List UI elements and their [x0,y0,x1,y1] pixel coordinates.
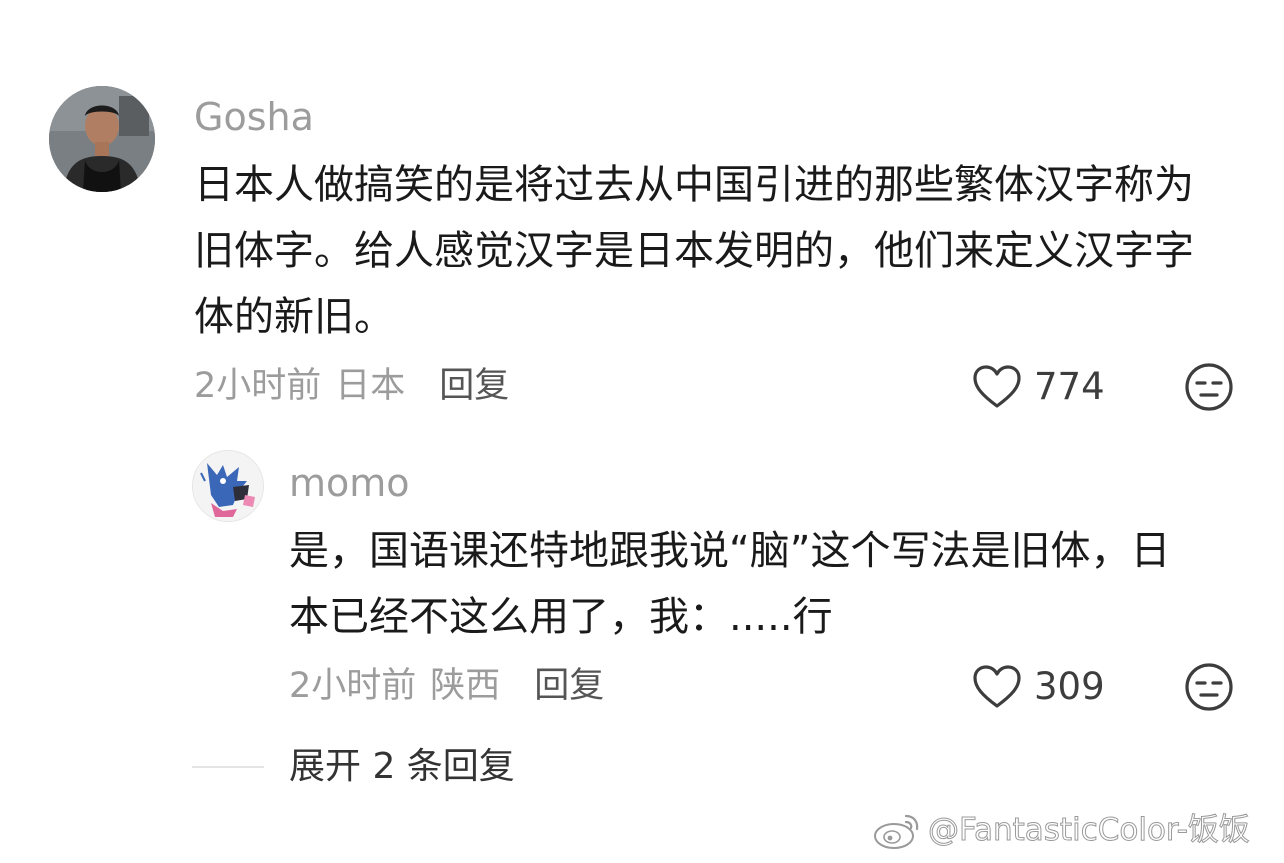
like-button[interactable]: 309 [972,664,1105,710]
watermark-text: @FantasticColor-饭饭 [928,812,1251,849]
reply-button[interactable]: 回复 [534,664,604,708]
comment-text-line: 旧体字。给人感觉汉字是日本发明的，他们来定义汉字字 [194,228,1194,274]
like-count: 774 [1034,365,1105,408]
dislike-button[interactable] [1184,662,1234,712]
comment-text-line: 体的新旧。 [194,294,394,340]
unamused-face-icon [1185,663,1233,711]
dislike-button[interactable] [1184,362,1234,412]
like-count: 309 [1034,665,1105,708]
unamused-face-icon [1185,363,1233,411]
comment-meta: 2小时前 日本 回复 [194,364,509,408]
reply-username[interactable]: momo [289,461,410,505]
comment-thread: Gosha 日本人做搞笑的是将过去从中国引进的那些繁体汉字称为 旧体字。给人感觉… [0,0,1284,863]
avatar[interactable] [49,86,155,192]
heart-outline-icon [973,365,1021,408]
reply-time: 2小时前 [289,666,417,706]
weibo-logo-icon [874,814,919,849]
expand-replies-button[interactable]: 展开 2 条回复 [289,745,515,789]
reply-button[interactable]: 回复 [439,364,509,408]
avatar[interactable] [192,450,264,522]
comment-location: 日本 [335,366,406,406]
reply-text: 是，国语课还特地跟我说“脑”这个写法是旧体，日 本已经不这么用了，我：.....… [289,518,1170,650]
like-button[interactable]: 774 [972,364,1105,410]
heart-outline-icon [973,665,1021,708]
comment-username[interactable]: Gosha [194,95,314,139]
reply-meta: 2小时前 陕西 回复 [289,664,604,708]
comment-text-line: 日本人做搞笑的是将过去从中国引进的那些繁体汉字称为 [194,162,1194,208]
reply-location: 陕西 [430,666,501,706]
expand-divider [192,766,264,768]
reply-text-line: 是，国语课还特地跟我说“脑”这个写法是旧体，日 [289,528,1171,574]
comment-text: 日本人做搞笑的是将过去从中国引进的那些繁体汉字称为 旧体字。给人感觉汉字是日本发… [194,152,1194,350]
watermark: @FantasticColor-饭饭 [872,808,1250,852]
reply-text-line: 本已经不这么用了，我：.....行 [289,594,833,640]
comment-time: 2小时前 [194,366,322,406]
